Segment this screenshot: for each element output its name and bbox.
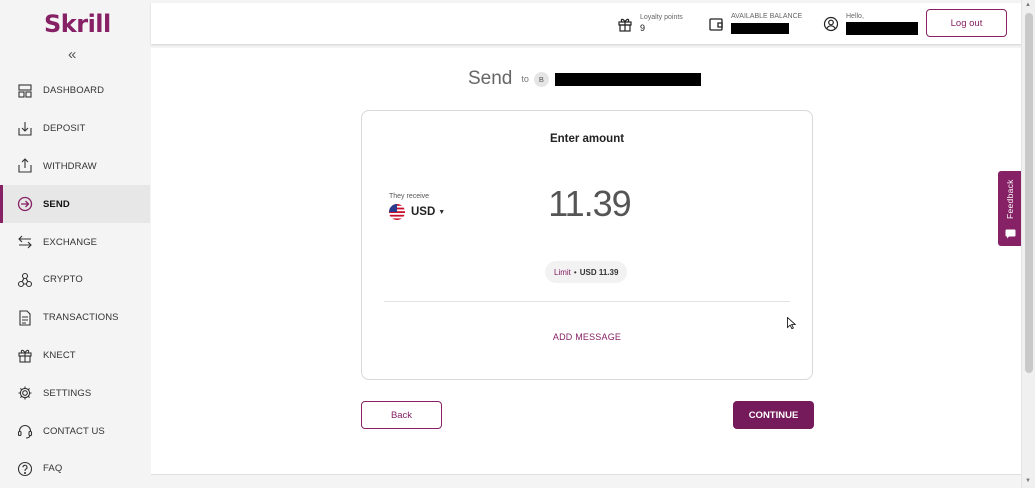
balance-redacted	[731, 23, 789, 34]
sidebar-item-exchange[interactable]: EXCHANGE	[0, 223, 150, 261]
scroll-up-arrow-icon[interactable]: ▲	[1025, 2, 1031, 8]
sidebar-item-knect[interactable]: KNECT	[0, 337, 150, 375]
send-header: Send to B	[468, 68, 701, 90]
sidebar-item-label: KNECT	[43, 349, 76, 361]
dashboard-icon	[17, 83, 33, 99]
feedback-tab[interactable]: Feedback	[998, 171, 1023, 246]
user-greeting[interactable]: Hello,	[823, 3, 918, 44]
greeting-label: Hello,	[846, 12, 864, 20]
app-window: Skrill « DASHBOARD DEPOSIT WITHDRAW SEND…	[0, 0, 1035, 488]
sidebar-item-transactions[interactable]: TRANSACTIONS	[0, 299, 150, 337]
to-label: to	[521, 74, 529, 84]
exchange-icon	[17, 234, 33, 250]
gift-icon	[17, 347, 33, 364]
sidebar-item-label: DEPOSIT	[43, 123, 86, 135]
wallet-icon	[708, 16, 724, 32]
divider	[384, 301, 790, 302]
limit-value: USD 11.39	[579, 267, 619, 277]
sidebar: Skrill « DASHBOARD DEPOSIT WITHDRAW SEND…	[0, 0, 150, 488]
continue-button[interactable]: CONTINUE	[733, 401, 814, 429]
sidebar-item-label: CONTACT US	[43, 425, 105, 437]
username-redacted	[846, 21, 918, 35]
limit-label: Limit	[554, 267, 571, 277]
footer-strip	[151, 474, 1021, 488]
main-content: Send to B Enter amount They receive USD …	[151, 48, 1021, 474]
loyalty-value: 9	[640, 23, 646, 33]
loyalty-label: Loyalty points	[640, 14, 683, 21]
gift-icon	[617, 16, 633, 32]
vertical-scrollbar[interactable]: ▲ ▼	[1021, 0, 1035, 488]
feedback-label: Feedback	[1005, 179, 1015, 219]
sidebar-item-label: SETTINGS	[43, 387, 92, 399]
withdraw-icon	[17, 158, 33, 174]
user-icon	[823, 16, 839, 32]
card-title: Enter amount	[549, 133, 625, 145]
crypto-icon	[17, 272, 33, 288]
amount-input[interactable]: 11.39	[522, 183, 657, 225]
sidebar-item-label: WITHDRAW	[43, 160, 97, 172]
sidebar-item-contact-us[interactable]: CONTACT US	[0, 412, 150, 450]
scroll-thumb[interactable]	[1025, 13, 1033, 373]
sidebar-item-faq[interactable]: FAQ	[0, 450, 150, 488]
limit-separator: •	[573, 267, 577, 277]
loyalty-points[interactable]: Loyalty points 9	[617, 3, 683, 44]
sidebar-item-crypto[interactable]: CRYPTO	[0, 261, 150, 299]
skrill-logo[interactable]: Skrill	[44, 10, 111, 38]
amount-card: Enter amount They receive USD ▼ 11.39 Li…	[361, 110, 813, 380]
logout-button[interactable]: Log out	[926, 9, 1007, 37]
sidebar-nav: DASHBOARD DEPOSIT WITHDRAW SEND EXCHANGE…	[0, 72, 150, 488]
receive-label: They receive	[389, 193, 430, 200]
sidebar-item-send[interactable]: SEND	[0, 185, 150, 224]
recipient-redacted	[554, 72, 701, 86]
sidebar-item-label: CRYPTO	[43, 274, 83, 286]
send-icon	[17, 196, 33, 212]
headset-icon	[17, 423, 33, 439]
caret-down-icon: ▼	[438, 208, 446, 216]
balance-label: AVAILABLE BALANCE	[731, 13, 803, 20]
sidebar-item-withdraw[interactable]: WITHDRAW	[0, 148, 150, 186]
question-icon	[17, 461, 33, 477]
sidebar-item-label: DASHBOARD	[43, 85, 105, 97]
gear-icon	[17, 385, 33, 401]
currency-selector[interactable]: USD ▼	[389, 204, 445, 220]
available-balance[interactable]: AVAILABLE BALANCE	[708, 3, 802, 44]
deposit-icon	[17, 121, 33, 137]
comment-icon	[1005, 226, 1016, 239]
sidebar-item-label: TRANSACTIONS	[43, 312, 119, 324]
sidebar-item-dashboard[interactable]: DASHBOARD	[0, 72, 150, 110]
sidebar-item-label: EXCHANGE	[43, 236, 98, 248]
sidebar-item-label: FAQ	[43, 463, 63, 475]
us-flag-icon	[389, 204, 405, 220]
top-header: Loyalty points 9 AVAILABLE BALANCE Hello…	[151, 3, 1021, 44]
currency-code: USD	[411, 206, 436, 218]
collapse-sidebar-icon[interactable]: «	[68, 46, 76, 63]
sidebar-item-label: SEND	[43, 198, 70, 210]
mouse-pointer-icon	[787, 317, 796, 329]
limit-badge: Limit • USD 11.39	[545, 261, 628, 283]
recipient-avatar: B	[533, 71, 549, 87]
back-button[interactable]: Back	[361, 401, 442, 429]
add-message-link[interactable]: ADD MESSAGE	[362, 332, 812, 342]
sidebar-item-deposit[interactable]: DEPOSIT	[0, 110, 150, 148]
scroll-down-arrow-icon[interactable]: ▼	[1025, 478, 1031, 484]
transactions-icon	[17, 310, 33, 326]
page-title: Send	[468, 68, 513, 89]
sidebar-item-settings[interactable]: SETTINGS	[0, 374, 150, 412]
